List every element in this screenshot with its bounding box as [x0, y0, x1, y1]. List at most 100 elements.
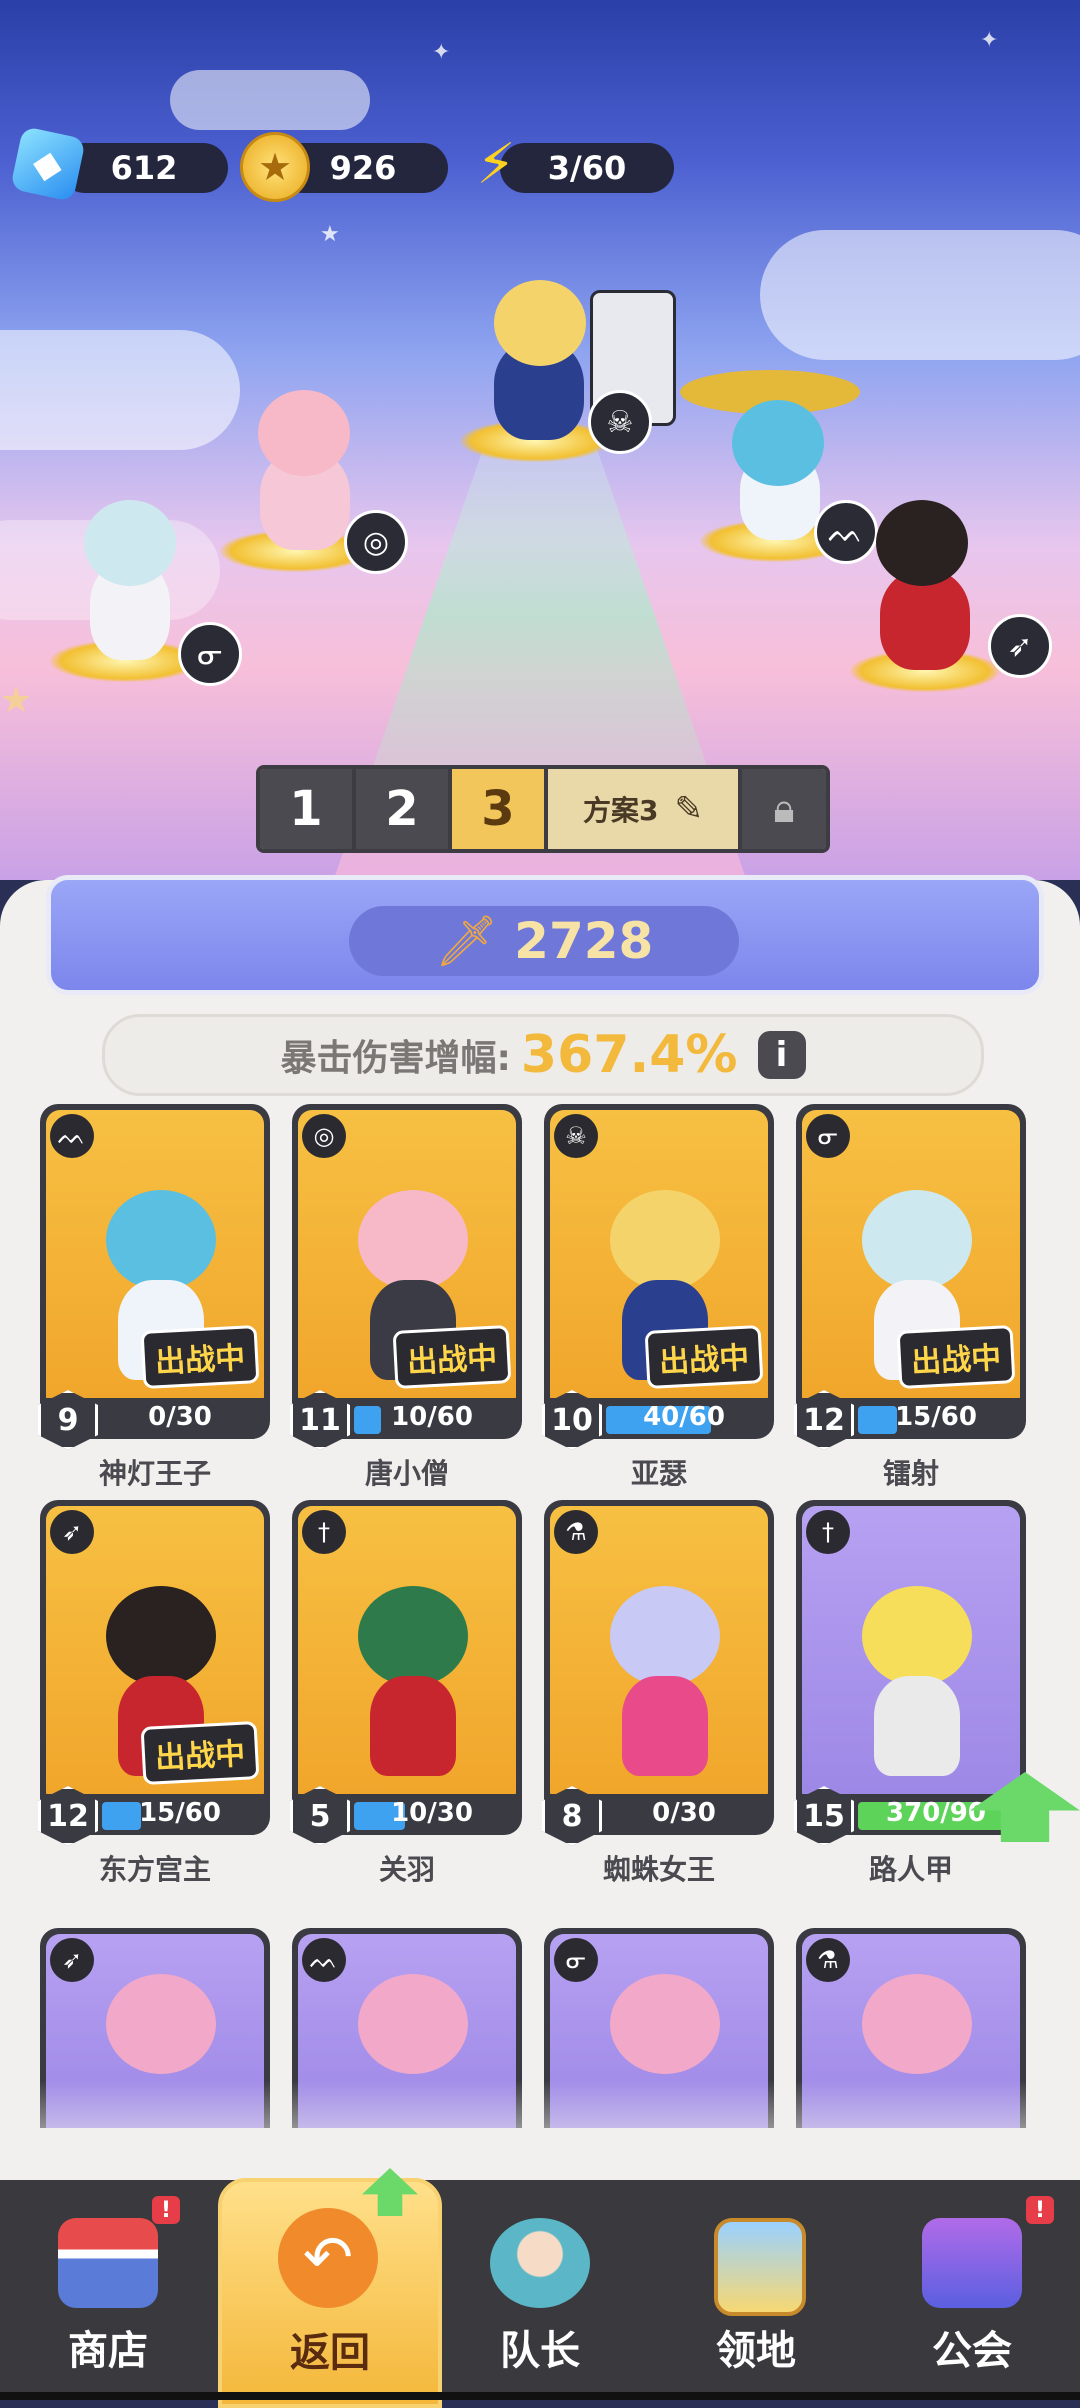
hero-card[interactable]: ◎ 出战中 10/60 11 唐小僧: [290, 1104, 522, 1490]
nav-shop[interactable]: 商店 !: [0, 2180, 216, 2400]
crit-damage-bonus: 暴击伤害增幅: 367.4% i: [102, 1014, 984, 1096]
nav-back[interactable]: ↶ 返回: [218, 2168, 442, 2408]
hero-name: 蜘蛛女王: [602, 1853, 715, 1886]
hero-portrait: ᨓ 出战中: [46, 1110, 264, 1410]
deployed-badge: 出战中: [140, 1721, 260, 1785]
nav-captain-label: 队长: [500, 2328, 580, 2374]
shop-icon: [58, 2218, 158, 2308]
bow-icon: ➶: [50, 1510, 94, 1554]
lock-icon[interactable]: 🔒︎: [742, 769, 826, 849]
progress-text: 15/60: [139, 1798, 221, 1828]
list-fade: [0, 2080, 1080, 2180]
hero-head: [106, 1586, 216, 1686]
hero-head: [358, 1586, 468, 1686]
hero-head: [106, 1974, 216, 2074]
skull-icon: ☠: [554, 1114, 598, 1158]
hero-head: [610, 1586, 720, 1686]
hero-body: [622, 1676, 708, 1776]
hero-portrait: ☠ 出战中: [550, 1110, 768, 1410]
star-icon: ★: [0, 680, 33, 721]
nav-territory[interactable]: 领地: [648, 2180, 864, 2400]
notification-badge: !: [152, 2196, 180, 2224]
hero-name: 路人甲: [868, 1853, 953, 1886]
cloud: [0, 330, 240, 450]
spiral-icon: ◎: [302, 1114, 346, 1158]
star-icon: ✦: [432, 40, 451, 65]
hero-head: [610, 1190, 720, 1290]
hero-portrait: †: [802, 1506, 1020, 1806]
sword-icon: †: [806, 1510, 850, 1554]
lineup-selector: 1 2 3 方案3 ✎ 🔒︎: [256, 765, 830, 853]
nav-captain[interactable]: 队长: [432, 2180, 648, 2400]
hero-card[interactable]: ᓂ 出战中 15/60 12 镭射: [794, 1104, 1026, 1490]
progress-text: 40/60: [643, 1402, 725, 1432]
hero-name: 唐小僧: [364, 1457, 449, 1490]
battle-scene: ✦ ✦ ★ ★ 612 ◆ 926 ★ 3/60 ⚡ ᓂ ◎ ☠ ᨓ ➶ 1 2…: [0, 0, 1080, 880]
edit-icon: ✎: [674, 789, 703, 829]
gems-value: 612: [110, 149, 178, 187]
hero-card[interactable]: ➶ 出战中 15/60 12 东方宫主: [38, 1500, 270, 1886]
bow-icon: ➶: [50, 1938, 94, 1982]
coin-add-icon[interactable]: ★: [240, 132, 310, 202]
back-arrow-icon: ↶: [278, 2208, 378, 2308]
hero-portrait: ᓂ 出战中: [802, 1110, 1020, 1410]
sword-icon: †: [302, 1510, 346, 1554]
plan-rename-button[interactable]: 方案3 ✎: [548, 769, 742, 849]
power-pill: 🗡︎ 2728: [349, 906, 739, 976]
crit-label: 暴击伤害增幅:: [280, 1038, 511, 1079]
wings-icon: ᨓ: [814, 500, 878, 564]
hero-head: [494, 280, 586, 366]
cloud: [760, 230, 1080, 360]
staff-icon: ᓂ: [178, 622, 242, 686]
crit-value: 367.4%: [520, 1025, 738, 1085]
energy-add-icon[interactable]: ⚡: [464, 132, 528, 197]
system-bar: [0, 2392, 1080, 2400]
progress-text: 0/30: [148, 1402, 212, 1432]
team-power: 🗡︎ 2728: [46, 875, 1044, 995]
hero-head: [258, 390, 350, 476]
lineup-slot-2[interactable]: 2: [356, 769, 452, 849]
wings-icon: ᨓ: [302, 1938, 346, 1982]
hero-portrait: †: [298, 1506, 516, 1806]
potion-icon: ⚗: [554, 1510, 598, 1554]
notification-badge: !: [1026, 2196, 1054, 2224]
info-icon[interactable]: i: [757, 1031, 806, 1079]
hero-name: 东方宫主: [98, 1853, 211, 1886]
hero-head: [876, 500, 968, 586]
spiral-icon: ◎: [344, 510, 408, 574]
hero-head: [358, 1190, 468, 1290]
potion-icon: ⚗: [806, 1938, 850, 1982]
hero-body: [370, 1676, 456, 1776]
staff-icon: ᓂ: [806, 1114, 850, 1158]
cloud: [170, 70, 370, 130]
lineup-slot-1[interactable]: 1: [260, 769, 356, 849]
progress-text: 0/30: [652, 1798, 716, 1828]
star-icon: ★: [320, 222, 340, 247]
hero-card[interactable]: ᨓ 出战中 0/30 9 神灯王子: [38, 1104, 270, 1490]
hero-head: [106, 1190, 216, 1290]
deployed-badge: 出战中: [896, 1325, 1016, 1389]
star-icon: ✦: [980, 28, 999, 53]
territory-door-icon: [714, 2218, 806, 2316]
hero-head: [862, 1190, 972, 1290]
hero-card[interactable]: † 370/90 15 路人甲: [794, 1500, 1026, 1886]
hero-portrait: ➶ 出战中: [46, 1506, 264, 1806]
nav-shop-label: 商店: [68, 2328, 148, 2374]
wings-icon: ᨓ: [50, 1114, 94, 1158]
deployed-badge: 出战中: [140, 1325, 260, 1389]
lineup-slot-3[interactable]: 3: [452, 769, 548, 849]
hero-name: 镭射: [882, 1457, 939, 1490]
hero-portrait: ⚗: [550, 1506, 768, 1806]
skull-icon: ☠: [588, 390, 652, 454]
hero-card[interactable]: † 10/30 5 关羽: [290, 1500, 522, 1886]
energy-value: 3/60: [547, 149, 627, 187]
hero-portrait: ◎ 出战中: [298, 1110, 516, 1410]
progress-text: 15/60: [895, 1402, 977, 1432]
sword-icon: 🗡︎: [434, 911, 499, 970]
plan-label: 方案3: [583, 794, 659, 827]
hero-card[interactable]: ☠ 出战中 40/60 10 亚瑟: [542, 1104, 774, 1490]
nav-guild[interactable]: 公会 !: [864, 2180, 1080, 2400]
hero-card[interactable]: ⚗ 0/30 8 蜘蛛女王: [542, 1500, 774, 1886]
hero-head: [610, 1974, 720, 2074]
hero-name: 关羽: [378, 1853, 435, 1886]
